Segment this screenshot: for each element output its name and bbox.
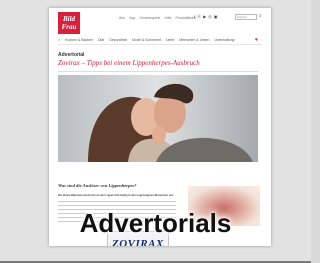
lead-text: Der kleine Bläschen-Ausbruch an den Lipp… <box>58 194 174 197</box>
home-icon[interactable]: ⌂ <box>58 38 60 44</box>
divider <box>58 71 258 72</box>
instagram-icon[interactable]: ◎ <box>208 14 212 20</box>
heart-icon[interactable]: ♥ <box>255 37 258 43</box>
article-headline: Zovirax – Tipps bei einem Lippenherpes-A… <box>58 59 200 67</box>
rss-icon[interactable]: ▣ <box>214 14 218 20</box>
search-input[interactable]: Suchen <box>235 14 257 20</box>
category-nav-item[interactable]: Kochen & Backen <box>65 38 93 44</box>
top-nav-item[interactable]: Abo <box>119 16 125 20</box>
top-nav-item[interactable]: App <box>129 16 135 20</box>
top-nav: Abo App Gewinnspiele Hilfe Produktfinder <box>119 16 196 20</box>
site-logo[interactable]: Bild Frau <box>58 12 80 34</box>
product-name: ZOVIRAX <box>112 238 164 246</box>
top-nav-item[interactable]: Hilfe <box>164 16 171 20</box>
category-nav-item[interactable]: Menschen & Leben <box>179 38 209 44</box>
article-hero-image <box>58 75 258 162</box>
social-links: f ⓟ ▶ ◎ ▣ <box>194 14 217 20</box>
article-lead: Der kleine Bläschen-Ausbruch an den Lipp… <box>58 194 178 198</box>
category-nav-item[interactable]: Liebe <box>166 38 175 44</box>
advertorial-label: Advertorial <box>58 52 85 58</box>
youtube-icon[interactable]: ▶ <box>203 14 206 20</box>
category-nav-item[interactable]: Gesundheit <box>109 38 127 44</box>
facebook-icon[interactable]: f <box>194 14 195 20</box>
category-nav-item[interactable]: Mode & Schönheit <box>132 38 161 44</box>
category-nav-item[interactable]: Diät <box>98 38 104 44</box>
category-nav-item[interactable]: Unterhaltung <box>214 38 234 44</box>
search-icon[interactable]: ⌕ <box>259 13 262 19</box>
image-caption <box>58 164 258 169</box>
logo-text-bottom: Frau <box>61 23 77 31</box>
top-nav-item[interactable]: Gewinnspiele <box>139 16 160 20</box>
logo-text-top: Bild <box>62 15 76 23</box>
article-subhead: Was sind die Auslöser von Lippenherpes? <box>58 183 137 188</box>
overlay-title: Advertorials <box>79 208 232 238</box>
screenshot-frame: Bild Frau Abo App Gewinnspiele Hilfe Pro… <box>0 0 311 263</box>
couple-photo <box>58 75 258 162</box>
category-nav: ⌂ Kochen & Backen Diät Gesundheit Mode &… <box>58 38 262 45</box>
pinterest-icon[interactable]: ⓟ <box>197 14 201 20</box>
